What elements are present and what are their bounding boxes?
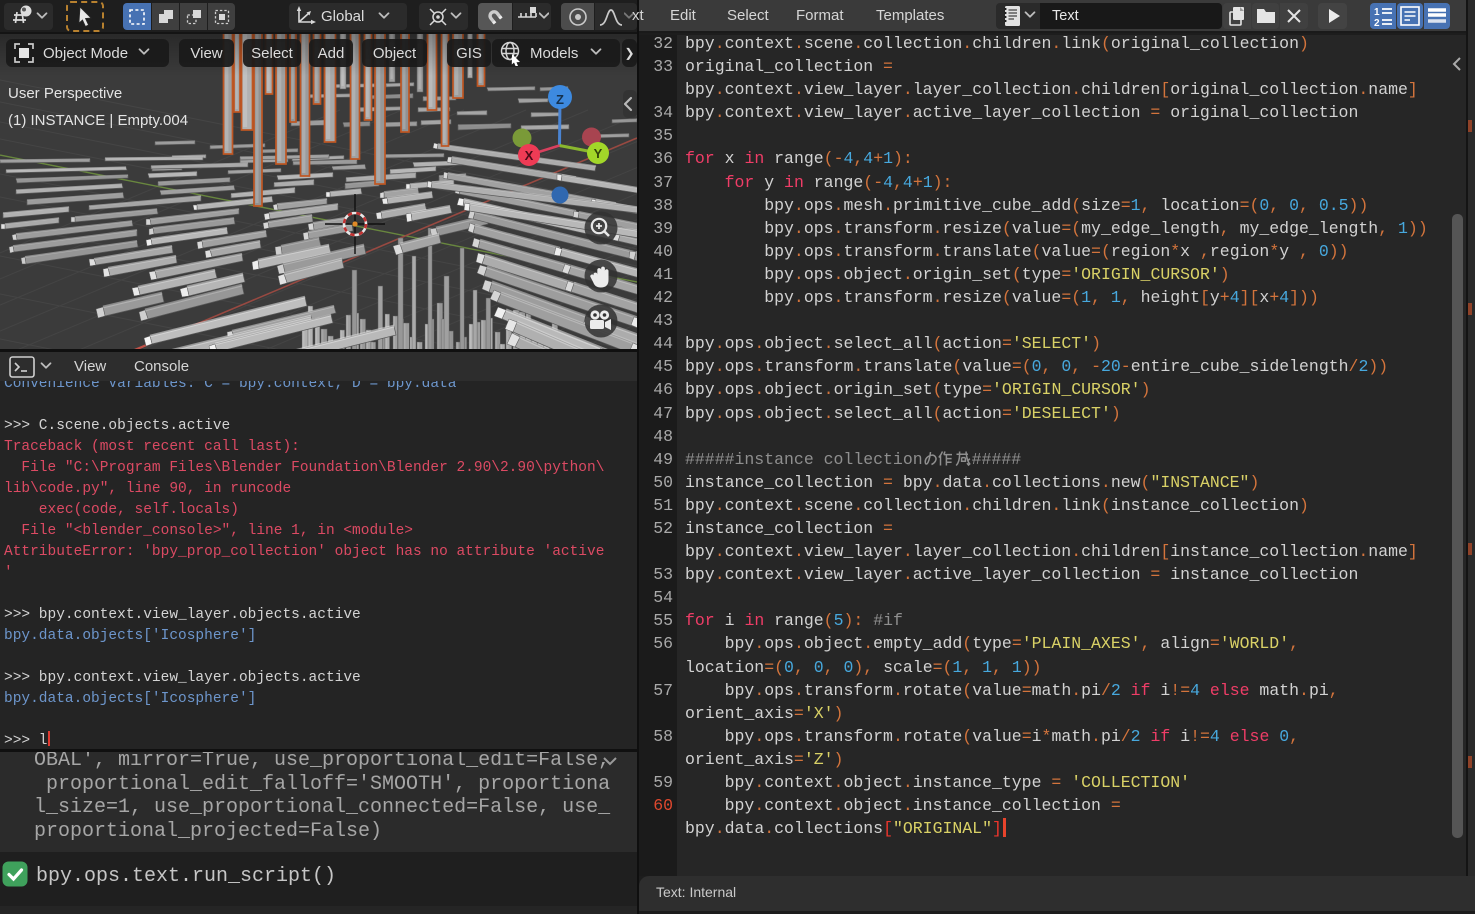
svg-text:1: 1: [1374, 7, 1380, 18]
svg-text:X: X: [525, 148, 534, 163]
svg-text:Y: Y: [594, 146, 603, 161]
svg-text:Z: Z: [556, 92, 564, 107]
svg-text:2: 2: [1374, 18, 1380, 28]
